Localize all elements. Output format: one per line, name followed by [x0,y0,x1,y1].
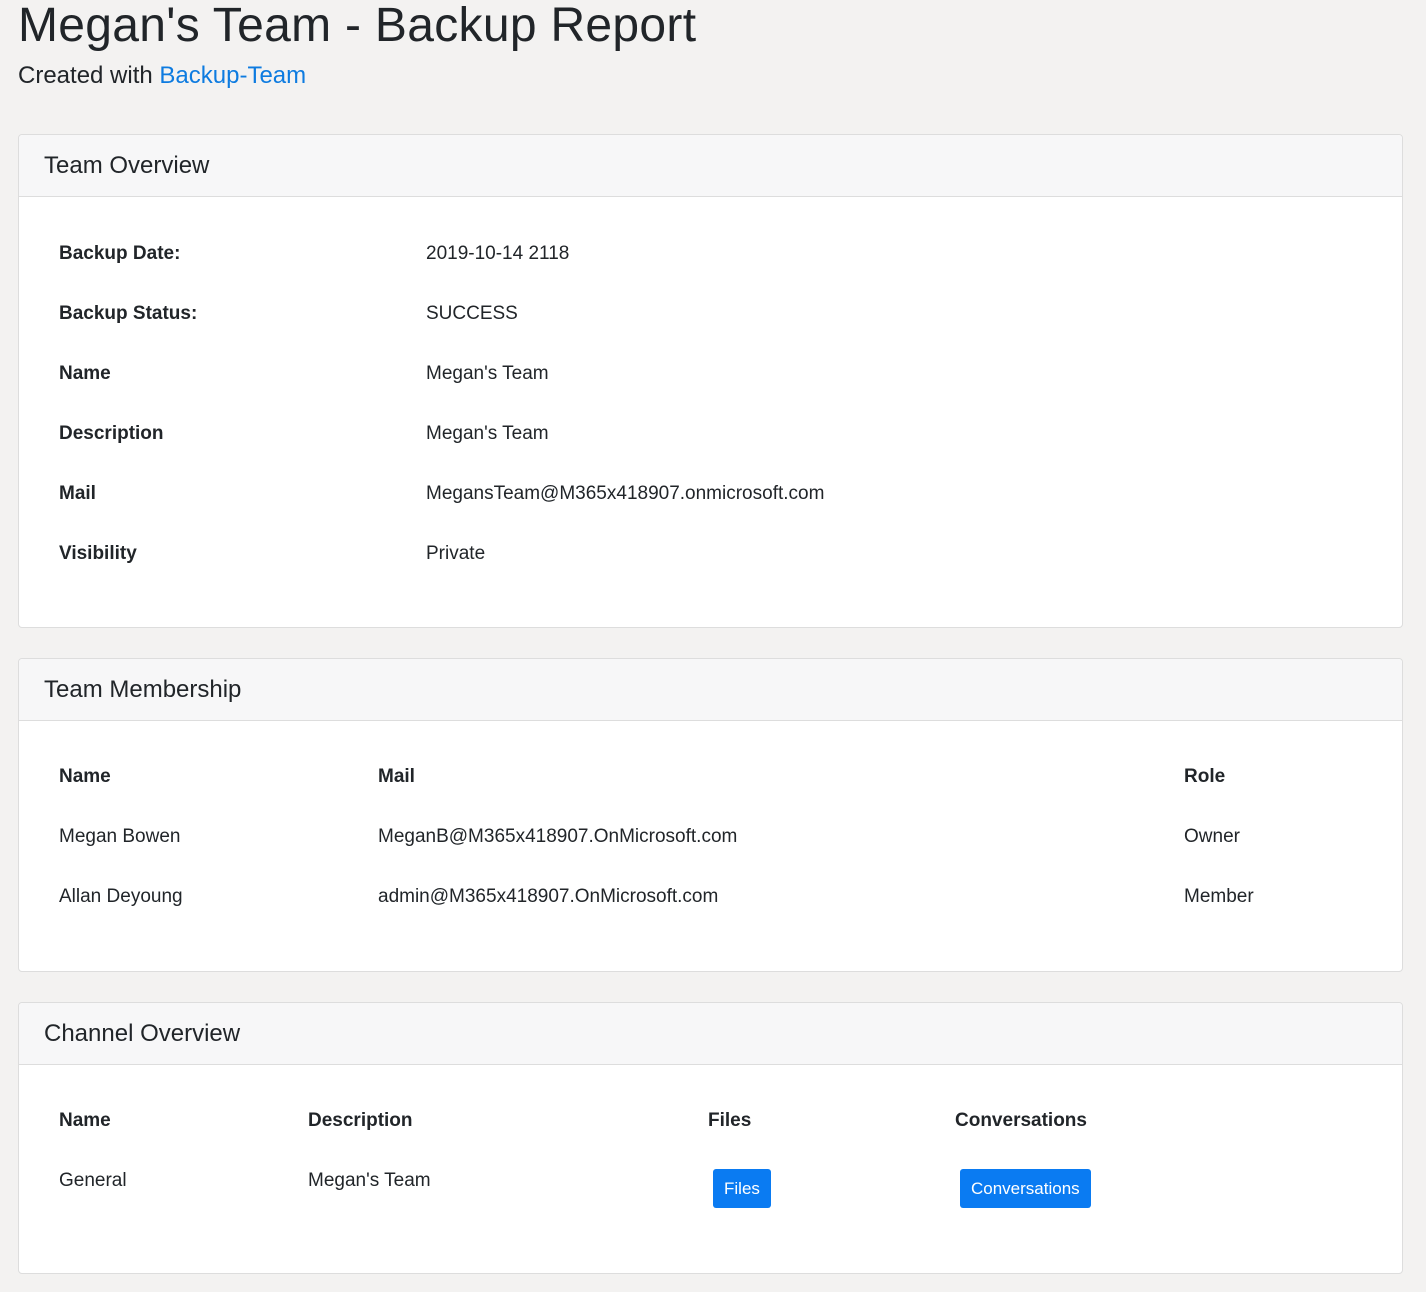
subtitle-prefix: Created with [18,62,153,89]
overview-value: MegansTeam@M365x418907.onmicrosoft.com [426,483,825,504]
channel-description: Megan's Team [308,1170,431,1191]
column-header-description: Description [308,1110,413,1131]
overview-value: Megan's Team [426,363,549,384]
column-header-name: Name [59,766,111,787]
overview-row-mail: Mail MegansTeam@M365x418907.onmicrosoft.… [19,464,1402,524]
member-role: Member [1184,886,1254,907]
backup-report-page: Megan's Team - Backup Report Created wit… [0,0,1426,1292]
channel-name: General [59,1170,127,1191]
page-header: Megan's Team - Backup Report Created wit… [18,0,1398,90]
team-membership-heading: Team Membership [19,659,1402,721]
page-title: Megan's Team - Backup Report [18,0,697,52]
membership-header-row: Name Mail Role [19,747,1402,807]
channel-overview-heading: Channel Overview [19,1003,1402,1065]
member-name: Megan Bowen [59,826,181,847]
overview-row-name: Name Megan's Team [19,344,1402,404]
member-mail: admin@M365x418907.OnMicrosoft.com [378,886,719,907]
team-overview-card: Team Overview Backup Date: 2019-10-14 21… [18,134,1403,628]
overview-row-description: Description Megan's Team [19,404,1402,464]
team-overview-heading: Team Overview [19,135,1402,197]
overview-value: Private [426,543,486,564]
files-button[interactable]: Files [713,1169,771,1208]
member-mail: MeganB@M365x418907.OnMicrosoft.com [378,826,738,847]
subtitle: Created with Backup-Team [18,62,1398,90]
overview-label: Visibility [59,543,137,564]
overview-label: Description [59,423,164,444]
table-row: General Megan's Team [19,1151,1402,1211]
channel-overview-card: Channel Overview Name Description Files … [18,1002,1403,1274]
member-role: Owner [1184,826,1240,847]
column-header-mail: Mail [378,766,415,787]
channel-header-row: Name Description Files Conversations [19,1091,1402,1151]
overview-value: 2019-10-14 2118 [426,243,570,264]
column-header-conversations: Conversations [955,1110,1087,1131]
column-header-files: Files [708,1110,752,1131]
overview-row-visibility: Visibility Private [19,524,1402,584]
overview-label: Mail [59,483,96,504]
conversations-button[interactable]: Conversations [960,1169,1091,1208]
backup-team-link[interactable]: Backup-Team [159,62,306,89]
team-membership-card: Team Membership Name Mail Role Megan Bow… [18,658,1403,972]
overview-label: Name [59,363,111,384]
overview-value: Megan's Team [426,423,549,444]
column-header-role: Role [1184,766,1226,787]
overview-row-backup-date: Backup Date: 2019-10-14 2118 [19,224,1402,284]
table-row: Megan Bowen MeganB@M365x418907.OnMicroso… [19,807,1402,867]
overview-value: SUCCESS [426,303,518,324]
table-row: Allan Deyoung admin@M365x418907.OnMicros… [19,867,1402,927]
overview-label: Backup Date: [59,243,181,264]
overview-row-backup-status: Backup Status: SUCCESS [19,284,1402,344]
column-header-name: Name [59,1110,111,1131]
member-name: Allan Deyoung [59,886,183,907]
overview-label: Backup Status: [59,303,198,324]
